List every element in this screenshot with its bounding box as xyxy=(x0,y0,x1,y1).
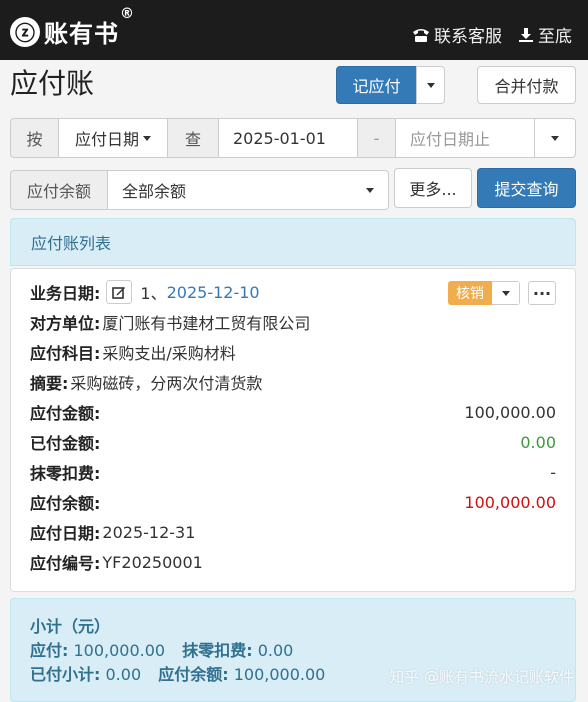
summary-label: 摘要: xyxy=(30,374,69,393)
discount-label: 抹零扣费: xyxy=(30,464,101,483)
balance-value: 100,000.00 xyxy=(464,492,556,512)
date-to-input[interactable]: 应付日期止 xyxy=(395,118,535,158)
record-payable-dropdown-button[interactable] xyxy=(416,66,445,104)
contact-support-link[interactable]: 联系客服 xyxy=(412,22,502,47)
subtotal-paid-label: 已付小计: xyxy=(30,665,101,684)
date-range-dropdown-button[interactable] xyxy=(534,118,576,158)
amount-row: 应付金额: 100,000.00 xyxy=(30,401,556,424)
number-row: 应付编号: YF20250001 xyxy=(30,551,556,574)
date-to-placeholder: 应付日期止 xyxy=(410,130,491,149)
date-type-dropdown[interactable]: 应付日期 xyxy=(58,118,168,158)
due-date-label: 应付日期: xyxy=(30,524,101,543)
summary-row: 摘要: 采购磁砖，分两次付清货款 xyxy=(30,371,556,393)
balance-filter-label: 应付余额 xyxy=(10,170,108,210)
balance-select-value: 全部余额 xyxy=(122,182,187,201)
counterparty-label: 对方单位: xyxy=(30,314,101,333)
record-payable-button[interactable]: 记应付 xyxy=(336,66,417,104)
chevron-down-icon xyxy=(501,290,510,296)
discount-row: 抹零扣费: - xyxy=(30,461,556,484)
edit-record-button[interactable] xyxy=(106,280,133,304)
subject-value: 采购支出/采购材料 xyxy=(102,344,236,363)
download-icon xyxy=(519,27,533,42)
writeoff-dropdown-button[interactable] xyxy=(492,281,520,305)
top-nav: 联系客服 至底 xyxy=(412,22,572,47)
date-from-input[interactable]: 2025-01-01 xyxy=(218,118,358,158)
record-number-link[interactable]: YF20250001 xyxy=(102,553,202,572)
amount-value: 100,000.00 xyxy=(464,402,556,422)
subject-label: 应付科目: xyxy=(30,344,101,363)
business-date-label: 业务日期: xyxy=(30,284,101,303)
edit-icon xyxy=(112,287,126,299)
chevron-down-icon xyxy=(366,188,374,193)
page-title: 应付账 xyxy=(10,67,95,100)
subtotal-payable-value: 100,000.00 xyxy=(73,641,166,660)
writeoff-button[interactable]: 核销 xyxy=(448,281,492,305)
record-index: 1、 xyxy=(140,284,167,303)
subtotal-discount-label: 抹零扣费: xyxy=(182,641,253,660)
subtotal-paid-value: 0.00 xyxy=(105,665,142,684)
phone-icon xyxy=(413,28,429,42)
go-bottom-link[interactable]: 至底 xyxy=(518,22,572,47)
merge-payment-button[interactable]: 合并付款 xyxy=(477,66,576,104)
logo-mark-icon: ⓩ xyxy=(10,16,40,47)
logo-text: 账有书® xyxy=(44,6,135,48)
watermark-text: 知乎 @账有书流水记账软件 xyxy=(389,668,574,686)
subtotal-balance-value: 100,000.00 xyxy=(233,665,326,684)
subtotal-title: 小计（元） xyxy=(30,617,111,636)
summary-value: 采购磁砖，分两次付清货款 xyxy=(70,374,263,393)
writeoff-button-group: 核销 xyxy=(448,281,520,305)
paid-value: 0.00 xyxy=(520,432,556,452)
paid-label: 已付金额: xyxy=(30,434,101,453)
chevron-down-icon xyxy=(143,135,151,141)
submit-query-button[interactable]: 提交查询 xyxy=(477,168,576,208)
paid-row: 已付金额: 0.00 xyxy=(30,431,556,454)
date-separator: - xyxy=(357,118,396,158)
balance-row: 应付余额: 100,000.00 xyxy=(30,491,556,514)
payable-record-card: 业务日期: 1、 2025-12-10 核销 ··· 对方单位: 厦门账有书建材… xyxy=(10,268,576,592)
subtotal-balance-label: 应付余额: xyxy=(158,665,229,684)
balance-select[interactable]: 全部余额 xyxy=(107,170,389,210)
subtotal-discount-value: 0.00 xyxy=(257,641,294,660)
subtotal-line-2: 已付小计: 0.00 应付余额: 100,000.00 xyxy=(30,661,325,685)
go-bottom-label: 至底 xyxy=(538,27,572,47)
subject-row: 应付科目: 采购支出/采购材料 xyxy=(30,341,556,363)
query-label: 查 xyxy=(167,118,219,158)
amount-label: 应付金额: xyxy=(30,404,101,423)
due-date-value: 2025-12-31 xyxy=(102,522,196,542)
subtotal-payable-label: 应付: xyxy=(30,641,69,660)
counterparty-row: 对方单位: 厦门账有书建材工贸有限公司 xyxy=(30,311,556,333)
brand-logo[interactable]: ⓩ 账有书® xyxy=(10,6,135,49)
counterparty-value: 厦门账有书建材工贸有限公司 xyxy=(102,314,311,333)
chevron-down-icon xyxy=(426,82,435,88)
discount-value: - xyxy=(550,462,556,482)
ellipsis-icon: ··· xyxy=(532,283,552,303)
list-title: 应付账列表 xyxy=(10,218,576,266)
balance-label: 应付余额: xyxy=(30,494,101,513)
chevron-down-icon xyxy=(551,135,559,141)
business-date-link[interactable]: 2025-12-10 xyxy=(167,283,260,302)
due-date-row: 应付日期: 2025-12-31 xyxy=(30,521,556,544)
number-label: 应付编号: xyxy=(30,554,101,573)
more-actions-button[interactable]: ··· xyxy=(528,281,556,305)
date-type-label: 应付日期 xyxy=(74,130,139,149)
record-actions: 核销 ··· xyxy=(448,281,556,305)
by-label: 按 xyxy=(10,118,59,158)
more-filters-button[interactable]: 更多... xyxy=(394,168,472,208)
contact-support-label: 联系客服 xyxy=(434,27,502,47)
top-navbar: ⓩ 账有书® 联系客服 至底 xyxy=(0,0,588,60)
subtotal-line-1: 应付: 100,000.00 抹零扣费: 0.00 xyxy=(30,637,293,661)
